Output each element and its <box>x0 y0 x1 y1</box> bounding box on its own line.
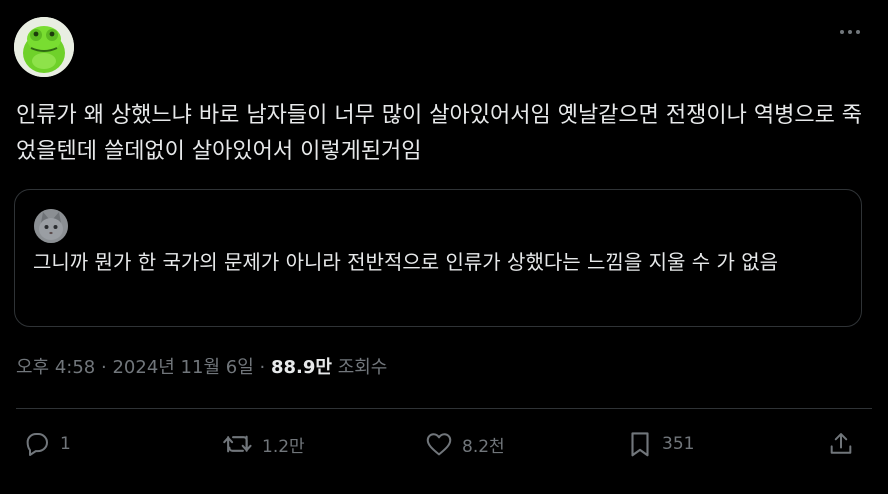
tweet-meta: 오후 4:58 · 2024년 11월 6일 · 88.9만 조회수 <box>16 356 387 380</box>
reply-icon <box>26 433 48 456</box>
reply-button[interactable]: 1 <box>22 428 71 460</box>
more-icon <box>840 30 860 34</box>
views-label: 조회수 <box>337 357 388 378</box>
tweet-date[interactable]: 2024년 11월 6일 <box>112 357 253 378</box>
reply-count: 1 <box>60 434 71 454</box>
author-avatar[interactable] <box>14 17 74 77</box>
bookmark-count: 351 <box>662 434 695 454</box>
share-icon <box>830 433 852 454</box>
quoted-tweet-text: 그니까 뭔가 한 국가의 문제가 아니라 전반적으로 인류가 상했다는 느낌을 … <box>33 250 779 274</box>
gray-cat-avatar-icon <box>34 209 68 243</box>
views-count: 88.9만 <box>270 357 332 378</box>
like-count: 8.2천 <box>462 436 505 457</box>
tweet-time[interactable]: 오후 4:58 <box>16 357 95 378</box>
meta-separator: · <box>259 357 266 378</box>
share-button[interactable] <box>827 428 855 460</box>
green-frog-avatar-icon <box>14 17 74 77</box>
divider <box>16 408 872 409</box>
more-options-button[interactable] <box>834 20 866 44</box>
meta-separator: · <box>101 357 107 378</box>
tweet-text: 인류가 왜 상했느냐 바로 남자들이 너무 많이 살아있어서임 옛날같으면 전쟁… <box>16 103 863 164</box>
retweet-count: 1.2만 <box>262 436 305 457</box>
quote-author-avatar[interactable] <box>34 209 68 243</box>
bookmark-button[interactable]: 351 <box>626 428 694 460</box>
tweet-detail: 인류가 왜 상했느냐 바로 남자들이 너무 많이 살아있어서임 옛날같으면 전쟁… <box>0 0 888 494</box>
like-button[interactable]: 8.2천 <box>424 428 505 460</box>
heart-icon <box>426 433 452 456</box>
bookmark-icon <box>631 432 649 457</box>
retweet-button[interactable]: 1.2만 <box>222 428 305 460</box>
quoted-tweet[interactable]: 그니까 뭔가 한 국가의 문제가 아니라 전반적으로 인류가 상했다는 느낌을 … <box>14 189 862 327</box>
retweet-icon <box>223 435 252 453</box>
